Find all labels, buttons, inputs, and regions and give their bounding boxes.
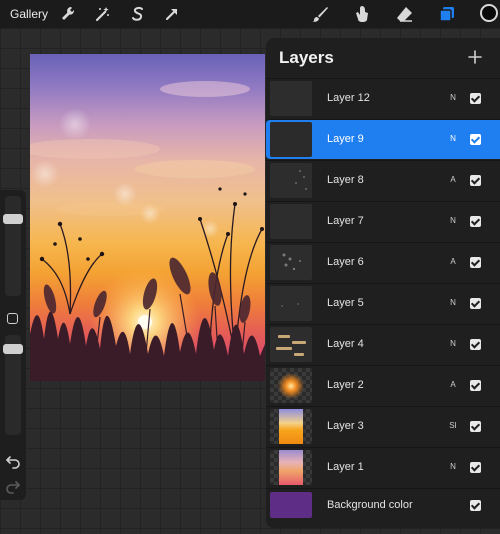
background-color-swatch[interactable] (270, 492, 312, 518)
layer-thumbnail (270, 81, 312, 116)
layer-row-background[interactable]: Background color (266, 488, 500, 528)
visibility-checkbox[interactable] (470, 380, 481, 391)
blend-mode-button[interactable]: N (446, 298, 460, 307)
layer-thumbnail (270, 409, 312, 444)
selection-icon[interactable] (128, 4, 148, 24)
left-sidebar (0, 190, 26, 500)
layer-thumbnail (270, 450, 312, 485)
layer-thumbnail (270, 204, 312, 239)
blend-mode-button[interactable]: N (446, 216, 460, 225)
layer-thumbnail (270, 163, 312, 198)
visibility-checkbox[interactable] (470, 93, 481, 104)
layer-row-4[interactable]: Layer 4 N (266, 324, 500, 364)
visibility-checkbox[interactable] (470, 298, 481, 309)
visibility-checkbox[interactable] (470, 257, 481, 268)
blend-mode-button[interactable]: A (446, 175, 460, 184)
layer-thumbnail (270, 286, 312, 321)
layer-row-1[interactable]: Layer 1 N (266, 447, 500, 487)
panel-title: Layers (279, 48, 334, 67)
modify-button[interactable] (7, 313, 18, 324)
blend-mode-button[interactable]: A (446, 380, 460, 389)
layer-name: Layer 5 (327, 297, 364, 309)
color-picker-button[interactable] (480, 4, 498, 22)
gallery-button[interactable]: Gallery (10, 7, 48, 21)
undo-icon[interactable] (5, 453, 21, 469)
layer-row-6[interactable]: Layer 6 A (266, 242, 500, 282)
wrench-icon[interactable] (58, 4, 78, 24)
transform-arrow-icon[interactable] (162, 4, 182, 24)
visibility-checkbox[interactable] (470, 462, 481, 473)
layer-row-9[interactable]: Layer 9 N (266, 119, 500, 159)
magic-wand-icon[interactable] (92, 4, 112, 24)
plus-icon[interactable] (466, 48, 484, 66)
visibility-checkbox[interactable] (470, 421, 481, 432)
smudge-icon[interactable] (352, 4, 372, 24)
layer-name: Layer 4 (327, 338, 364, 350)
layer-name: Layer 7 (327, 215, 364, 227)
brush-icon[interactable] (310, 4, 330, 24)
layer-name: Background color (327, 499, 413, 511)
layer-row-8[interactable]: Layer 8 A (266, 160, 500, 200)
layer-row-5[interactable]: Layer 5 N (266, 283, 500, 323)
layer-thumbnail (270, 245, 312, 280)
blend-mode-button[interactable]: SI (446, 421, 460, 430)
visibility-checkbox[interactable] (470, 175, 481, 186)
visibility-checkbox[interactable] (470, 339, 481, 350)
layer-row-2[interactable]: Layer 2 A (266, 365, 500, 405)
layer-name: Layer 1 (327, 461, 364, 473)
blend-mode-button[interactable]: N (446, 93, 460, 102)
opacity-handle[interactable] (3, 344, 23, 354)
layer-name: Layer 12 (327, 92, 370, 104)
layer-thumbnail (270, 327, 312, 362)
visibility-checkbox[interactable] (470, 134, 481, 145)
opacity-slider[interactable] (3, 335, 23, 435)
blend-mode-button[interactable]: N (446, 134, 460, 143)
blend-mode-button[interactable]: N (446, 339, 460, 348)
layer-name: Layer 8 (327, 174, 364, 186)
layers-panel: Layers Layer 12 N Layer 9 N Layer 8 A La… (266, 38, 500, 528)
visibility-checkbox[interactable] (470, 216, 481, 227)
brush-size-handle[interactable] (3, 214, 23, 224)
layer-row-3[interactable]: Layer 3 SI (266, 406, 500, 446)
layer-name: Layer 6 (327, 256, 364, 268)
layer-name: Layer 3 (327, 420, 364, 432)
eraser-icon[interactable] (395, 4, 415, 24)
brush-size-slider[interactable] (3, 196, 23, 296)
blend-mode-button[interactable]: A (446, 257, 460, 266)
layer-thumbnail (270, 368, 312, 403)
layer-thumbnail (270, 122, 312, 157)
redo-icon[interactable] (5, 478, 21, 494)
layers-icon[interactable] (437, 4, 457, 24)
layer-row-7[interactable]: Layer 7 N (266, 201, 500, 241)
layer-name: Layer 2 (327, 379, 364, 391)
visibility-checkbox[interactable] (470, 500, 481, 511)
artwork-canvas[interactable] (30, 54, 265, 381)
blend-mode-button[interactable]: N (446, 462, 460, 471)
top-toolbar: Gallery (0, 0, 500, 28)
layer-row-12[interactable]: Layer 12 N (266, 78, 500, 118)
layer-name: Layer 9 (327, 133, 364, 145)
